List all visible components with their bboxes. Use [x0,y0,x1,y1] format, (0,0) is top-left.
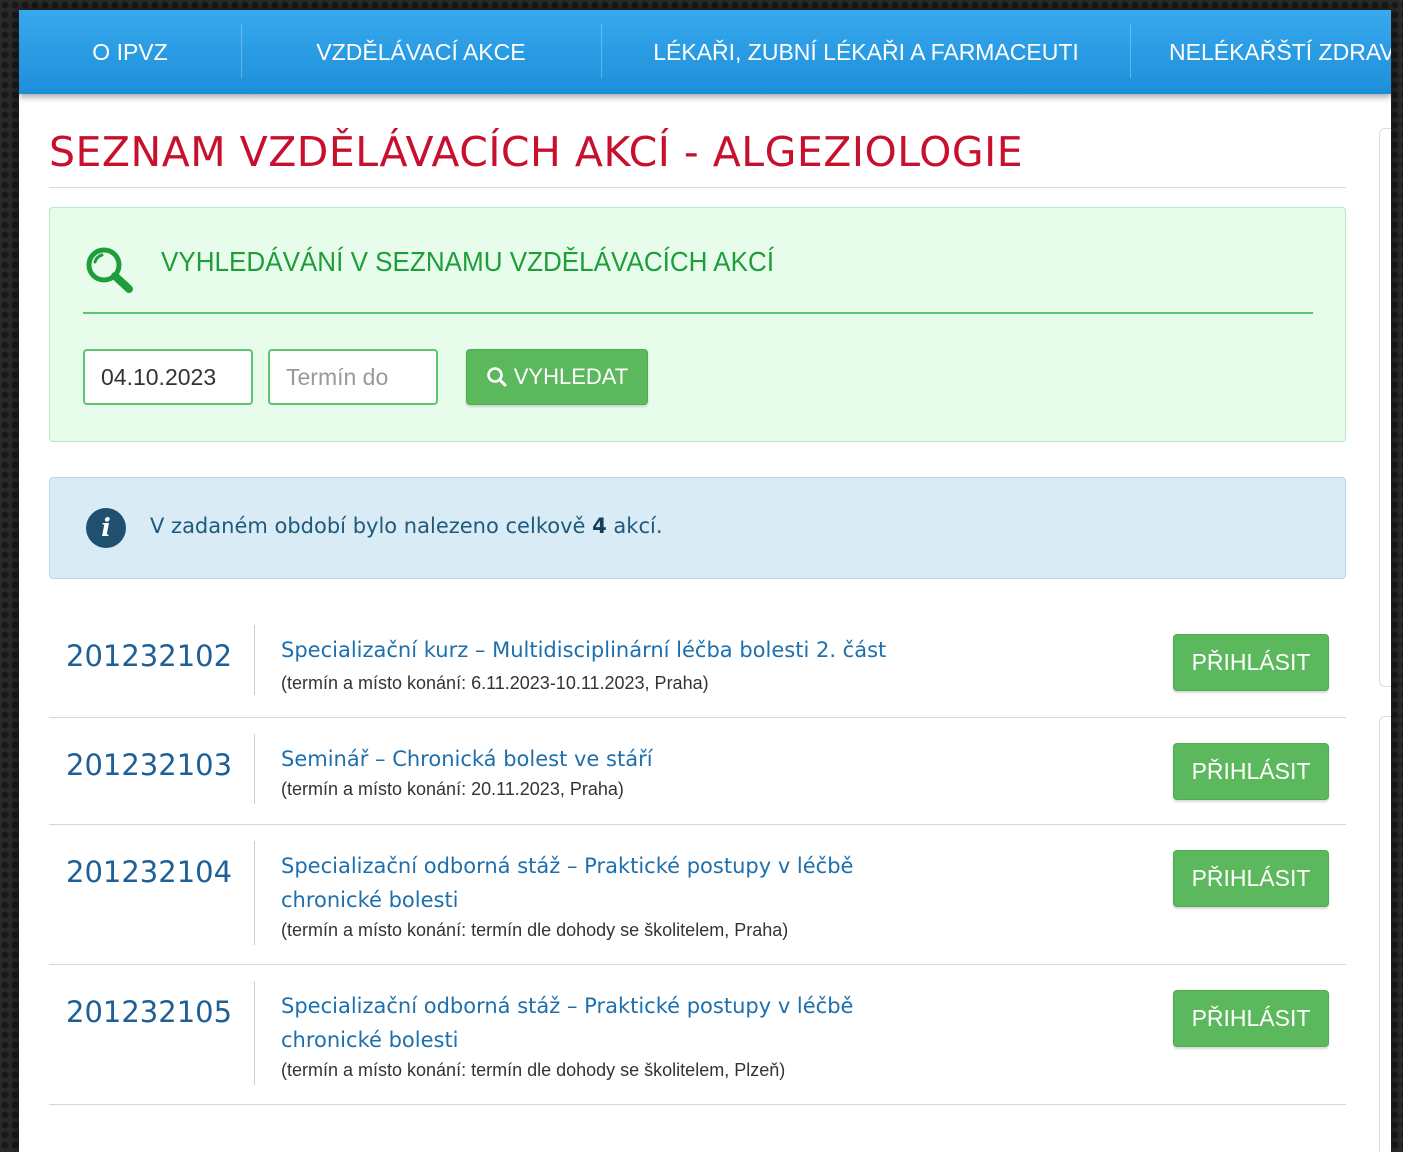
page-title: SEZNAM VZDĚLÁVACÍCH AKCÍ - ALGEZIOLOGIE [49,128,1024,176]
nav-item-nelekarsti[interactable]: NELÉKAŘŠTÍ ZDRAV [1169,10,1391,94]
event-id: 201232104 [66,855,233,889]
event-title-link[interactable]: Specializační odborná stáž – Praktické p… [281,989,921,1057]
event-row: 201232104 Specializační odborná stáž – P… [49,825,1346,965]
info-text-before: V zadaném období bylo nalezeno celkově [150,514,586,538]
event-divider [254,625,255,695]
search-heading: VYHLEDÁVÁNÍ V SEZNAMU VZDĚLÁVACÍCH AKCÍ [161,246,775,277]
nav-item-o-ipvz[interactable]: O IPVZ [19,10,241,94]
event-meta: (termín a místo konání: termín dle dohod… [281,1060,786,1080]
search-divider [83,312,1313,314]
date-from-input[interactable] [83,349,253,405]
nav-separator [1130,24,1131,78]
info-icon: i [86,508,126,548]
sidebar-panel [1379,128,1391,687]
event-id: 201232102 [66,639,233,673]
register-button[interactable]: PŘIHLÁSIT [1173,634,1329,691]
search-icon [86,247,133,293]
event-row: 201232105 Specializační odborná stáž – P… [49,965,1346,1105]
browser-window: O IPVZ VZDĚLÁVACÍ AKCE LÉKAŘI, ZUBNÍ LÉK… [19,10,1391,1152]
event-title-link[interactable]: Seminář – Chronická bolest ve stáří [281,742,921,776]
event-meta: (termín a místo konání: 20.11.2023, Prah… [281,779,624,799]
title-divider [49,187,1346,188]
register-button[interactable]: PŘIHLÁSIT [1173,743,1329,800]
search-panel: VYHLEDÁVÁNÍ V SEZNAMU VZDĚLÁVACÍCH AKCÍ … [49,207,1346,442]
event-row: 201232102 Specializační kurz – Multidisc… [49,609,1346,718]
event-meta: (termín a místo konání: termín dle dohod… [281,920,789,940]
event-divider [254,734,255,804]
event-title-link[interactable]: Specializační odborná stáž – Praktické p… [281,849,921,917]
event-title-link[interactable]: Specializační kurz – Multidisciplinární … [281,633,921,667]
search-button-label: VYHLEDAT [513,364,629,389]
results-count-text: V zadaném období bylo nalezeno celkově 4… [150,514,663,538]
event-meta: (termín a místo konání: 6.11.2023-10.11.… [281,673,709,693]
main-navigation: O IPVZ VZDĚLÁVACÍ AKCE LÉKAŘI, ZUBNÍ LÉK… [19,10,1391,94]
search-button[interactable]: VYHLEDAT [466,349,648,405]
sidebar-panel [1379,716,1391,1152]
date-to-input[interactable] [268,349,438,405]
register-button[interactable]: PŘIHLÁSIT [1173,850,1329,907]
search-icon [486,367,507,387]
event-divider [254,981,255,1085]
register-button[interactable]: PŘIHLÁSIT [1173,990,1329,1047]
event-divider [254,841,255,945]
results-count: 4 [592,514,607,538]
nav-item-lekari[interactable]: LÉKAŘI, ZUBNÍ LÉKAŘI A FARMACEUTI [602,10,1130,94]
info-text-after: akcí. [613,514,663,538]
nav-item-vzdelavaci-akce[interactable]: VZDĚLÁVACÍ AKCE [242,10,600,94]
event-id: 201232105 [66,995,233,1029]
results-info-box: i V zadaném období bylo nalezeno celkově… [49,477,1346,579]
event-id: 201232103 [66,748,233,782]
event-row: 201232103 Seminář – Chronická bolest ve … [49,718,1346,825]
